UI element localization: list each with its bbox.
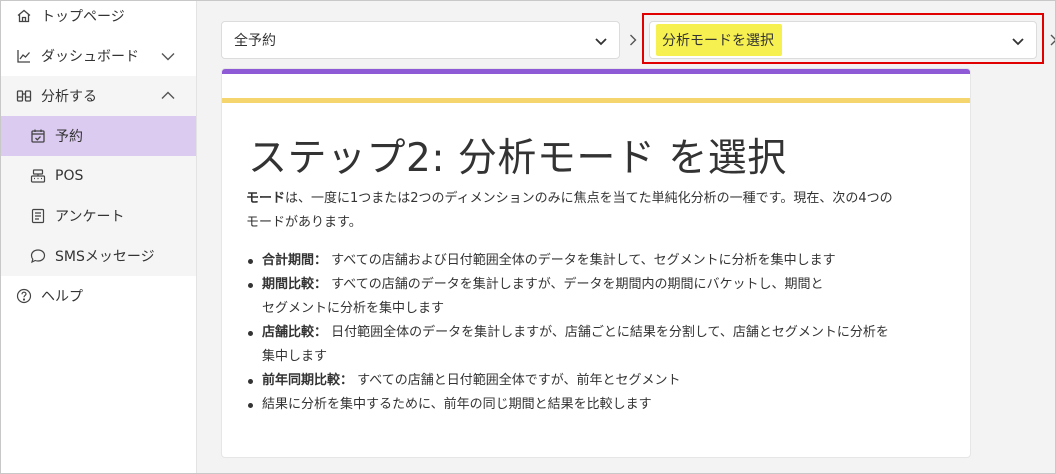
app-window: トップページ ダッシュボード 分析する 予約 POS アンケート SMSメッセー… (0, 0, 1056, 474)
breadcrumb-chevron-icon (1050, 34, 1055, 46)
home-icon (16, 8, 32, 24)
sidebar-item-reservations[interactable]: 予約 (1, 116, 196, 156)
list-item: 結果に分析を集中するために、前年の同じ期間と結果を比較します (246, 393, 962, 417)
sidebar-item-pos[interactable]: POS (1, 156, 196, 196)
sidebar-item-top-page[interactable]: トップページ (1, 1, 196, 36)
chevron-up-icon[interactable] (160, 88, 176, 104)
sidebar-item-help[interactable]: ヘルプ (1, 276, 196, 316)
intro-text: モードは、一度に1つまたは2つのディメンションのみに焦点を当てた単純化分析の一種… (246, 187, 956, 235)
mode-list: 合計期間： すべての店舗および日付範囲全体のデータを集計して、セグメントに分析を… (246, 249, 962, 417)
sidebar-item-dashboard[interactable]: ダッシュボード (1, 36, 196, 76)
sidebar-item-label: ヘルプ (41, 289, 83, 305)
analysis-mode-select-value: 分析モードを選択 (656, 24, 782, 56)
data-source-select-value: 全予約 (234, 33, 276, 49)
chevron-down-icon[interactable] (160, 48, 176, 64)
sidebar-item-label: ダッシュボード (41, 49, 139, 65)
step-card: ステップ2: 分析モード を選択 モードは、一度に1つまたは2つのディメンション… (221, 68, 971, 458)
list-item: 前年同期比較： すべての店舗と日付範囲全体ですが、前年とセグメント (246, 369, 962, 393)
list-item: 店舗比較： 日付範囲全体のデータを集計しますが、店舗ごとに結果を分割して、店舗と… (246, 321, 962, 369)
sidebar: トップページ ダッシュボード 分析する 予約 POS アンケート SMSメッセー… (1, 1, 197, 473)
intro-term: モード (246, 191, 286, 206)
sidebar-item-label: 分析する (41, 89, 97, 105)
card-accent-bar (222, 69, 970, 74)
help-circle-icon (16, 288, 32, 304)
list-item: 期間比較： すべての店舗のデータを集計しますが、データを期間内の期間にバケットし… (246, 273, 962, 321)
binoculars-icon (16, 88, 32, 104)
chart-line-icon (16, 48, 32, 64)
page-title: ステップ2: 分析モード を選択 (248, 136, 787, 181)
intro-line: は、一度に1つまたは2つのディメンションのみに焦点を当てた単純化分析の一種です。… (285, 191, 893, 206)
intro-line: モードがあります。 (246, 215, 362, 230)
chevron-down-icon (595, 38, 607, 46)
sidebar-item-sms[interactable]: SMSメッセージ (1, 236, 196, 276)
main-content: 全予約 分析モードを選択 ステップ2: 分析モード を選択 モードは、一度に1つ… (197, 1, 1055, 473)
sidebar-item-label: SMSメッセージ (55, 249, 155, 265)
breadcrumb-chevron-icon (630, 34, 637, 46)
survey-icon (30, 208, 46, 224)
data-source-select[interactable]: 全予約 (221, 21, 620, 59)
analysis-mode-select[interactable]: 分析モードを選択 (649, 21, 1037, 59)
register-icon (30, 168, 46, 184)
calendar-check-icon (30, 128, 46, 144)
sidebar-item-survey[interactable]: アンケート (1, 196, 196, 236)
sidebar-item-label: トップページ (41, 9, 125, 25)
card-accent-bar (222, 98, 970, 103)
sidebar-item-label: 予約 (55, 129, 83, 145)
sidebar-item-label: アンケート (55, 209, 125, 225)
sidebar-item-analyze[interactable]: 分析する (1, 76, 196, 116)
list-item: 合計期間： すべての店舗および日付範囲全体のデータを集計して、セグメントに分析を… (246, 249, 962, 273)
sidebar-item-label: POS (55, 168, 84, 184)
chat-bubble-icon (30, 248, 46, 264)
chevron-down-icon (1012, 38, 1024, 46)
